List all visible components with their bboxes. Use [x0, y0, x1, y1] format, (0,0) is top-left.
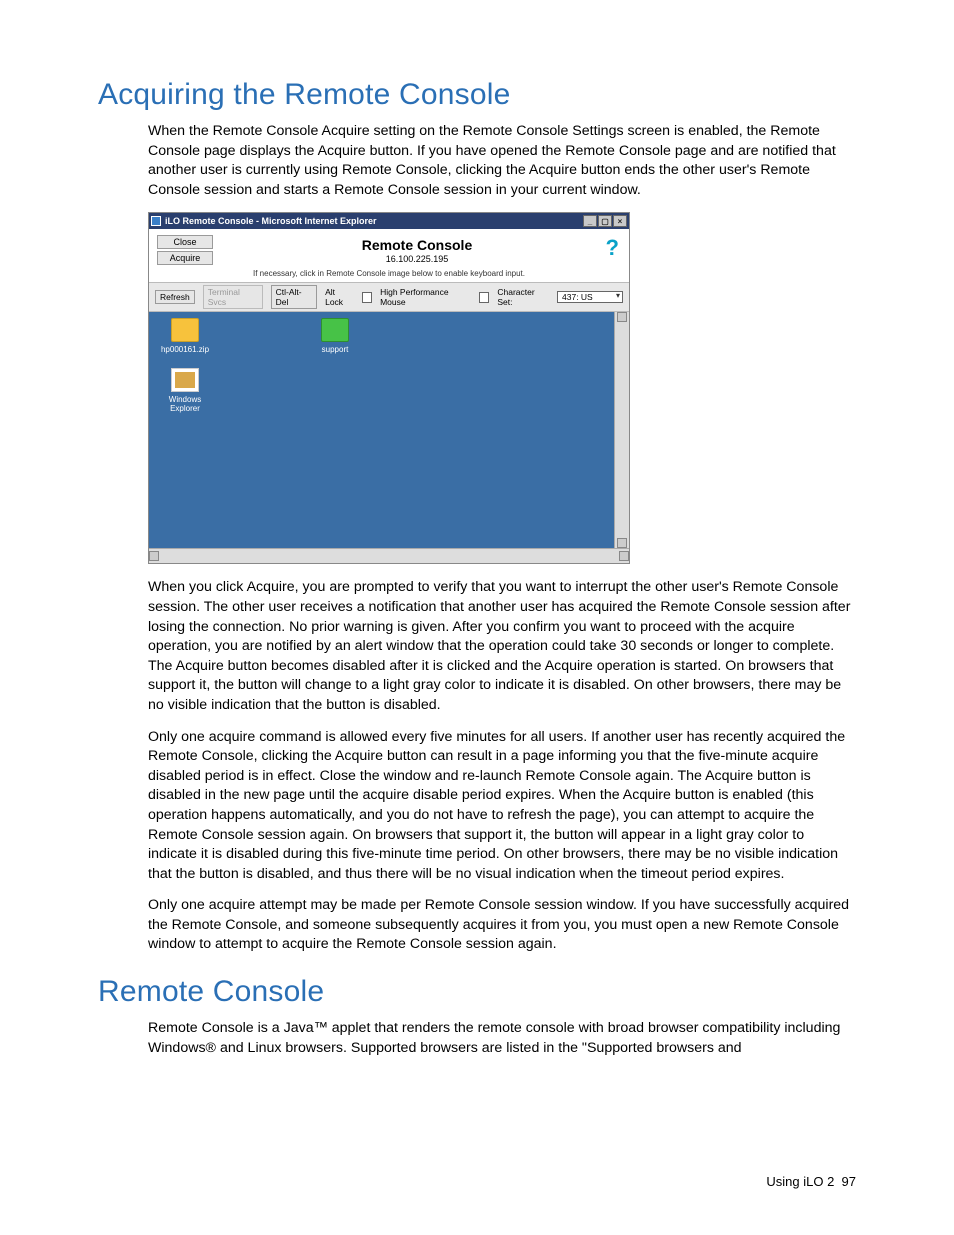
paragraph: Only one acquire attempt may be made per…	[148, 896, 856, 955]
explorer-icon	[171, 368, 199, 392]
body-column-1: When the Remote Console Acquire setting …	[148, 122, 856, 955]
desktop-icon-support[interactable]: support	[305, 318, 365, 354]
terminal-svcs-button[interactable]: Terminal Svcs	[203, 285, 263, 309]
alt-lock-checkbox[interactable]	[362, 292, 372, 303]
paragraph: Remote Console is a Java™ applet that re…	[148, 1019, 856, 1058]
horizontal-scrollbar[interactable]	[149, 548, 629, 563]
desktop-icon-label: hp000161.zip	[155, 345, 215, 354]
paragraph: When you click Acquire, you are prompted…	[148, 578, 856, 715]
remote-console-ip: 16.100.225.195	[213, 254, 621, 264]
paragraph: When the Remote Console Acquire setting …	[148, 122, 856, 200]
maximize-button[interactable]: ▢	[598, 215, 612, 227]
folder-icon	[171, 318, 199, 342]
charset-select[interactable]: 437: US	[557, 291, 623, 303]
charset-label: Character Set:	[497, 287, 549, 307]
hpm-checkbox[interactable]	[479, 292, 489, 303]
paragraph: Only one acquire command is allowed ever…	[148, 728, 856, 885]
minimize-button[interactable]: _	[583, 215, 597, 227]
keyboard-hint: If necessary, click in Remote Console im…	[149, 269, 629, 282]
window-titlebar: iLO Remote Console - Microsoft Internet …	[149, 213, 629, 229]
desktop-icon-label: support	[305, 345, 365, 354]
acquire-button[interactable]: Acquire	[157, 251, 213, 265]
folder-icon	[321, 318, 349, 342]
document-page: Acquiring the Remote Console When the Re…	[0, 0, 954, 1235]
ie-logo-icon	[151, 216, 161, 226]
help-icon[interactable]: ?	[606, 235, 619, 261]
desktop-icon-zip[interactable]: hp000161.zip	[155, 318, 215, 354]
page-footer: Using iLO 2 97	[766, 1174, 856, 1189]
remote-console-screenshot: iLO Remote Console - Microsoft Internet …	[148, 212, 630, 564]
refresh-button[interactable]: Refresh	[155, 290, 195, 304]
vertical-scrollbar[interactable]	[614, 312, 629, 548]
footer-page-number: 97	[842, 1174, 856, 1189]
footer-label: Using iLO 2	[766, 1174, 834, 1189]
close-button[interactable]: Close	[157, 235, 213, 249]
close-window-button[interactable]: ×	[613, 215, 627, 227]
window-title: iLO Remote Console - Microsoft Internet …	[165, 216, 377, 226]
hpm-label: High Performance Mouse	[380, 287, 471, 307]
remote-console-title: Remote Console	[213, 237, 621, 253]
alt-lock-label: Alt Lock	[325, 287, 354, 307]
heading-acquiring: Acquiring the Remote Console	[98, 78, 856, 112]
desktop-icon-label: Windows Explorer	[155, 395, 215, 413]
heading-remote-console: Remote Console	[98, 975, 856, 1009]
ctrl-alt-del-button[interactable]: Ctl-Alt-Del	[271, 285, 317, 309]
remote-console-toolbar: Refresh Terminal Svcs Ctl-Alt-Del Alt Lo…	[149, 282, 629, 312]
body-column-2: Remote Console is a Java™ applet that re…	[148, 1019, 856, 1058]
desktop-icon-explorer[interactable]: Windows Explorer	[155, 368, 215, 413]
remote-desktop-area[interactable]: hp000161.zip support Windows Explorer	[149, 312, 614, 548]
